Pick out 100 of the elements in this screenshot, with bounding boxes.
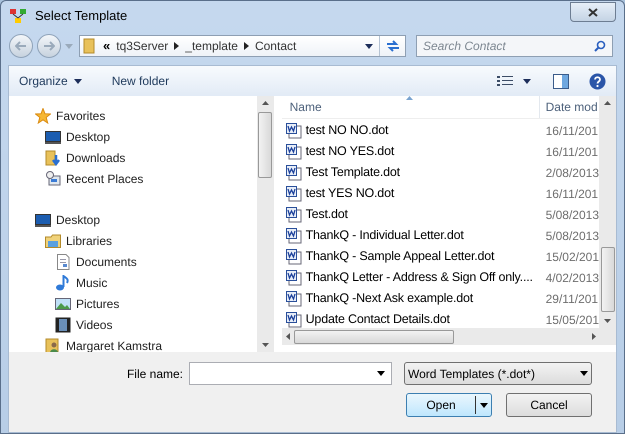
file-name[interactable]: test NO YES.dot [306,142,394,161]
folder-icon [83,38,95,54]
document-icon [55,254,71,270]
film-strip-icon [55,316,71,332]
scroll-right-icon[interactable] [592,333,596,340]
file-date: 29/11/201 [544,290,598,308]
breadcrumb[interactable]: _template [185,37,238,55]
navigation-item[interactable]: Documents [76,252,137,270]
file-date: 15/05/201 [544,312,599,328]
dropdown-caret-icon [580,371,588,376]
scroll-down-icon[interactable] [604,319,611,323]
view-caret-icon[interactable] [523,78,531,84]
file-name[interactable]: ThankQ Letter - Address & Sign Off only.... [306,268,533,287]
word-template-icon [286,248,302,264]
word-template-icon [286,312,302,328]
navigation-item[interactable]: Margaret Kamstra [66,336,162,352]
word-template-icon [286,186,302,202]
file-date: 16/11/201 [544,186,598,202]
word-template-icon [286,122,302,138]
scrollbar-thumb[interactable] [294,330,454,344]
address-bar[interactable]: « tq3Server _template Contact [79,35,406,57]
breadcrumb[interactable]: Contact [254,37,296,55]
scroll-up-icon[interactable] [604,101,611,105]
toolbar-button[interactable]: New folder [112,72,170,90]
overflow-chevron[interactable]: « [103,39,110,53]
user-folder-icon [45,338,61,352]
word-template-icon [286,228,302,244]
back-arrow-icon [15,41,27,51]
file-date: 16/11/201 [544,122,598,140]
vertical-scrollbar[interactable] [256,96,274,352]
file-name[interactable]: test NO NO.dot [306,121,388,140]
app-icon [9,8,27,24]
cancel-button[interactable]: Cancel [506,393,592,417]
window-title: Select Template [35,7,128,26]
vertical-scrollbar[interactable] [599,96,616,328]
dropdown-caret-icon[interactable] [365,44,373,48]
field-label: File name: [126,366,183,382]
search-icon [594,40,606,52]
column-header[interactable]: Date mod [540,96,599,118]
open-button[interactable]: Open [406,393,492,417]
file-name[interactable]: ThankQ - Individual Letter.dot [306,226,464,245]
search-input[interactable]: Search Contact [423,37,594,55]
scroll-left-icon[interactable] [286,333,290,340]
dropdown-caret-icon[interactable] [377,371,385,376]
file-name[interactable]: Test Template.dot [306,163,400,182]
close-icon [588,8,598,16]
picture-icon [55,296,71,312]
file-date: 16/11/201 [544,144,598,160]
file-date: 2/08/2013 [544,164,599,182]
navigation-item[interactable]: Desktop [56,210,100,228]
scroll-up-icon[interactable] [262,101,269,105]
caret-icon [74,78,82,84]
scrollbar-thumb[interactable] [258,112,272,178]
word-template-icon [286,164,302,180]
navigation-item[interactable]: Downloads [66,148,126,166]
word-template-icon [286,270,302,286]
navigation-item[interactable]: Libraries [66,232,112,250]
word-template-icon [286,144,302,160]
music-note-icon [55,274,71,290]
sort-arrow-icon [406,96,413,100]
file-type-dropdown[interactable]: Word Templates (*.dot*) [404,362,592,385]
split-caret-icon[interactable] [475,396,491,414]
refresh-icon [386,40,400,52]
file-name[interactable]: Update Contact Details.dot [306,310,450,329]
navigation-item[interactable]: Favorites [56,106,106,124]
star-icon [35,108,51,124]
file-name[interactable]: ThankQ - Sample Appeal Letter.dot [306,247,494,266]
column-header[interactable]: Name [282,96,540,118]
horizontal-scrollbar[interactable] [282,328,616,345]
scroll-down-icon[interactable] [262,343,269,347]
file-name[interactable]: Test.dot [306,205,348,224]
search-field[interactable]: Search Contact [416,35,613,57]
breadcrumb[interactable]: tq3Server [116,37,168,55]
file-name-field[interactable] [189,362,392,385]
file-date: 5/08/2013 [544,228,599,244]
view-list-icon[interactable] [497,74,513,88]
navigation-item[interactable]: Videos [76,316,112,334]
help-icon[interactable] [589,72,606,90]
breadcrumb-arrow-icon[interactable] [244,42,249,50]
recent-places-icon [45,170,61,186]
file-name[interactable]: test YES NO.dot [306,184,394,203]
navigation-item[interactable]: Desktop [66,128,110,146]
organize-menu-button[interactable]: Organize [19,72,82,90]
preview-pane-icon[interactable] [553,74,569,88]
file-name[interactable]: ThankQ -Next Ask example.dot [306,289,474,308]
navigation-item[interactable]: Recent Places [66,170,144,188]
navigation-item[interactable]: Pictures [76,294,120,312]
breadcrumb-arrow-icon[interactable] [174,42,180,50]
file-date: 15/02/201 [544,248,599,266]
forward-arrow-icon [43,41,55,51]
monitor-icon [45,128,61,144]
monitor-icon [35,212,51,228]
file-date: 5/08/2013 [544,206,599,224]
scrollbar-thumb[interactable] [600,247,614,312]
navigation-item[interactable]: Music [76,274,108,292]
word-template-icon [286,206,302,222]
close-button[interactable] [570,2,616,22]
file-date: 4/02/2013 [544,270,599,286]
library-folder-icon [45,232,61,248]
folder-download-icon [45,150,61,166]
